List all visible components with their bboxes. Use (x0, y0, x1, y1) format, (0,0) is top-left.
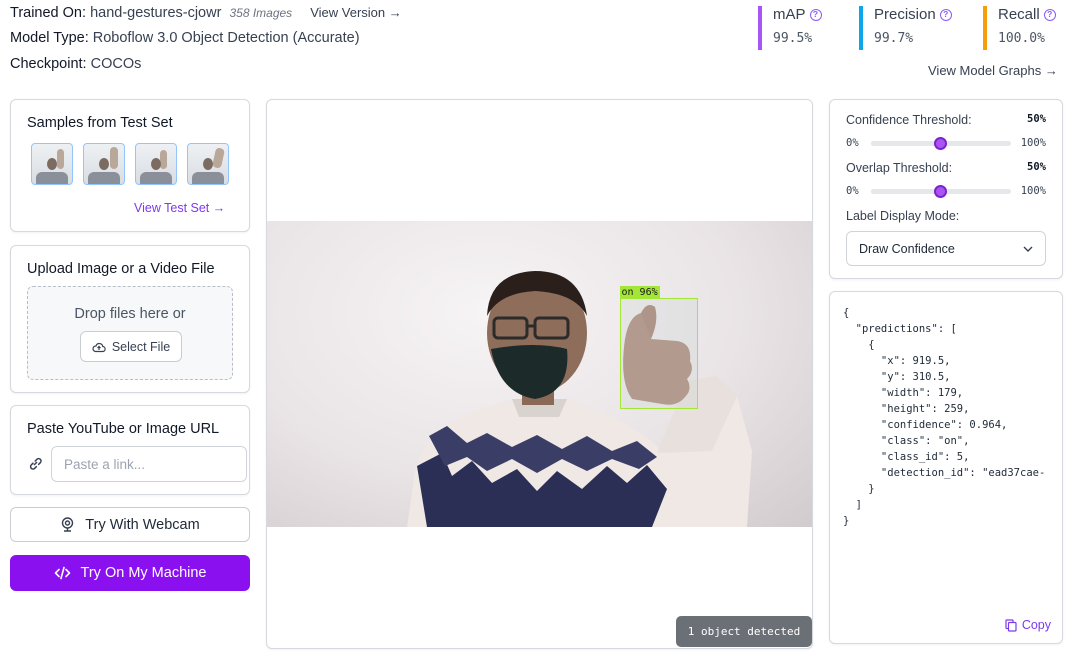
upload-card: Upload Image or a Video File Drop files … (10, 245, 250, 393)
sample-thumbnail-thumbs-up[interactable] (135, 143, 177, 185)
metric-map-name: mAP (773, 6, 806, 23)
upload-cloud-icon (92, 342, 106, 352)
inference-preview: on 96% (266, 99, 813, 649)
trained-on-row: Trained On: hand-gestures-cjowr 358 Imag… (10, 5, 402, 21)
objects-detected-badge: 1 object detected (676, 616, 812, 647)
help-icon[interactable]: ? (939, 8, 952, 21)
label-mode-value: Draw Confidence (859, 241, 955, 256)
confidence-slider-handle[interactable] (934, 136, 948, 150)
model-type-label: Model Type: (10, 30, 89, 46)
chevron-down-icon (1023, 246, 1033, 252)
overlap-slider-row: 0% 100% (846, 184, 1046, 198)
dataset-name: hand-gestures-cjowr (90, 5, 222, 21)
copy-button[interactable]: Copy (1005, 618, 1051, 632)
json-line: "detection_id": "ead37cae- (843, 467, 1046, 479)
samples-card: Samples from Test Set View Test Set → (10, 99, 250, 232)
confidence-max: 100% (1020, 137, 1046, 149)
try-on-my-machine-button[interactable]: Try On My Machine (10, 555, 250, 591)
overlap-label: Overlap Threshold: (846, 161, 953, 175)
json-line: "class_id": 5, (843, 451, 970, 463)
sample-thumbnail-thumbs-up[interactable] (31, 143, 73, 185)
sample-thumbnail-raised-hand[interactable] (83, 143, 125, 185)
json-line: "height": 259, (843, 403, 970, 415)
label-mode-label: Label Display Mode: (846, 209, 960, 223)
model-type-row: Model Type: Roboflow 3.0 Object Detectio… (10, 30, 360, 46)
json-line: } (843, 515, 850, 527)
metric-recall-value: 100.0% (998, 31, 1045, 46)
url-card: Paste YouTube or Image URL (10, 405, 250, 495)
json-line: "confidence": 0.964, (843, 419, 1008, 431)
help-icon[interactable]: ? (809, 8, 822, 21)
overlap-slider-handle[interactable] (934, 184, 948, 198)
confidence-min: 0% (846, 137, 859, 149)
drop-text: Drop files here or (74, 306, 186, 322)
metric-precision: Precision? 99.7% (859, 6, 952, 50)
select-file-label: Select File (111, 339, 171, 354)
metric-map: mAP? 99.5% (758, 6, 822, 50)
help-icon[interactable]: ? (1043, 8, 1056, 21)
inference-image: on 96% (267, 221, 812, 527)
metric-map-value: 99.5% (773, 31, 813, 46)
view-model-graphs-link[interactable]: View Model Graphs → (928, 63, 1058, 78)
confidence-slider-row: 0% 100% (846, 136, 1046, 150)
select-file-button[interactable]: Select File (80, 331, 182, 362)
json-output-card: { "predictions": [ { "x": 919.5, "y": 31… (829, 291, 1063, 644)
checkpoint-row: Checkpoint: COCOs (10, 56, 141, 72)
webcam-icon (62, 517, 74, 532)
machine-button-label: Try On My Machine (80, 565, 207, 581)
json-line: { (843, 307, 850, 319)
image-count: 358 Images (229, 6, 293, 20)
overlap-max: 100% (1020, 185, 1046, 197)
confidence-row: Confidence Threshold: 50% (846, 113, 1046, 127)
sample-thumbnail-waving-hand[interactable] (187, 143, 229, 185)
model-type-value: Roboflow 3.0 Object Detection (Accurate) (92, 30, 360, 46)
confidence-slider[interactable] (870, 136, 1011, 150)
detection-box[interactable]: on 96% (619, 286, 698, 409)
code-icon (54, 566, 70, 580)
json-line: "predictions": [ (843, 323, 957, 335)
url-title: Paste YouTube or Image URL (27, 421, 220, 437)
trained-on-label: Trained On: (10, 5, 87, 21)
copy-icon (1005, 618, 1017, 632)
metric-precision-name: Precision (874, 6, 936, 23)
json-line: "y": 310.5, (843, 371, 951, 383)
overlap-min: 0% (846, 185, 859, 197)
checkpoint-label: Checkpoint: (10, 56, 87, 72)
json-output: { "predictions": [ { "x": 919.5, "y": 31… (843, 305, 1054, 529)
label-mode-row: Label Display Mode: (846, 209, 1046, 223)
samples-title: Samples from Test Set (27, 115, 173, 131)
detection-label: on 96% (619, 286, 660, 299)
try-with-webcam-button[interactable]: Try With Webcam (10, 507, 250, 542)
confidence-value: 50% (1027, 113, 1046, 125)
json-line: "class": "on", (843, 435, 970, 447)
json-line: "width": 179, (843, 387, 964, 399)
link-icon (29, 457, 42, 470)
upload-title: Upload Image or a Video File (27, 261, 215, 277)
view-test-set-link[interactable]: View Test Set → (134, 201, 225, 215)
label-display-mode-select[interactable]: Draw Confidence (846, 231, 1046, 266)
url-input[interactable] (51, 446, 247, 482)
metric-recall: Recall? 100.0% (983, 6, 1056, 50)
webcam-button-label: Try With Webcam (85, 516, 200, 533)
checkpoint-value: COCOs (90, 56, 142, 72)
copy-label: Copy (1021, 618, 1051, 632)
json-line: { (843, 339, 875, 351)
overlap-row: Overlap Threshold: 50% (846, 161, 1046, 175)
metric-precision-value: 99.7% (874, 31, 914, 46)
file-drop-zone[interactable]: Drop files here or Select File (27, 286, 233, 380)
confidence-label: Confidence Threshold: (846, 113, 972, 127)
view-version-link[interactable]: View Version → (310, 5, 402, 20)
overlap-value: 50% (1027, 161, 1046, 173)
metric-recall-name: Recall (998, 6, 1040, 23)
json-line: "x": 919.5, (843, 355, 951, 367)
json-line: ] (843, 499, 862, 511)
overlap-slider[interactable] (870, 184, 1011, 198)
settings-card: Confidence Threshold: 50% 0% 100% Overla… (829, 99, 1063, 279)
person-photo (407, 271, 752, 527)
json-line: } (843, 483, 875, 495)
